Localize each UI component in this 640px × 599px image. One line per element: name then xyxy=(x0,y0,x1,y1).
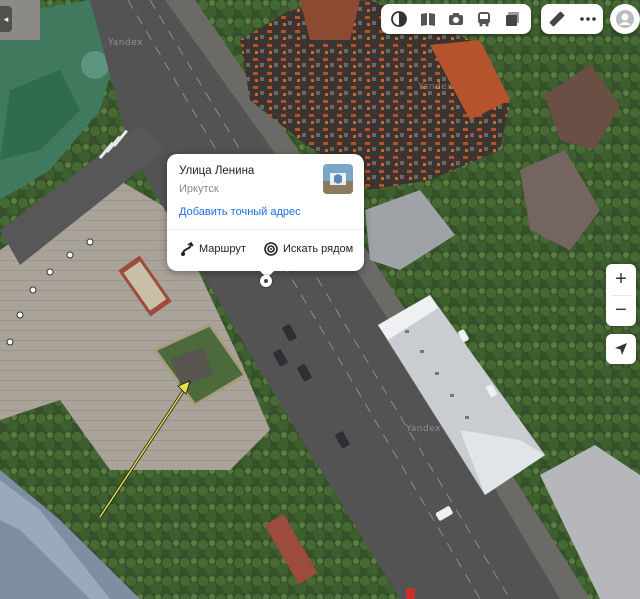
place-city: Иркутск xyxy=(179,183,219,195)
camera-icon xyxy=(448,13,463,25)
profile-icon xyxy=(616,10,634,28)
locate-arrow-icon xyxy=(615,343,627,355)
map-watermark: Yandex xyxy=(108,38,143,48)
more-dots-icon xyxy=(579,17,596,21)
route-button[interactable]: Маршрут xyxy=(180,242,246,256)
photos-button[interactable] xyxy=(443,6,469,32)
location-pin[interactable] xyxy=(260,275,272,287)
map-toolbar-extra xyxy=(541,4,603,34)
place-card: Улица Ленина Иркутск Добавить точный адр… xyxy=(167,154,364,278)
card-divider xyxy=(167,229,364,230)
map-layers-button[interactable] xyxy=(500,6,526,32)
map-toolbar xyxy=(381,4,531,34)
ruler-icon xyxy=(549,11,564,27)
zoom-out-button[interactable]: − xyxy=(606,296,636,327)
panorama-thumbnail-icon xyxy=(323,164,353,194)
map-imagery xyxy=(0,0,640,599)
zoom-in-button[interactable]: + xyxy=(606,264,636,295)
more-button[interactable] xyxy=(575,6,601,32)
panorama-book-icon xyxy=(420,13,435,26)
search-nearby-icon xyxy=(264,242,278,256)
sidebar-toggle-button[interactable]: ◂ xyxy=(0,6,12,32)
route-label: Маршрут xyxy=(199,243,246,255)
map-layers-icon xyxy=(505,12,519,26)
satellite-map[interactable]: Yandex Yandex Yandex xyxy=(0,0,640,599)
place-thumbnail[interactable] xyxy=(323,164,353,194)
place-title: Улица Ленина xyxy=(179,165,255,177)
map-watermark: Yandex xyxy=(418,82,453,92)
profile-button[interactable] xyxy=(610,4,640,34)
search-nearby-label: Искать рядом xyxy=(283,243,354,255)
zoom-control: + − xyxy=(606,264,636,326)
locate-button[interactable] xyxy=(606,334,636,364)
route-icon xyxy=(181,242,194,256)
map-watermark: Yandex xyxy=(406,424,441,434)
ruler-button[interactable] xyxy=(544,6,570,32)
layers-circle-icon xyxy=(391,11,408,27)
bus-icon xyxy=(478,12,491,27)
transport-button[interactable] xyxy=(471,6,497,32)
search-nearby-button[interactable]: Искать рядом xyxy=(264,242,353,256)
layers-circle-button[interactable] xyxy=(386,6,412,32)
add-address-link[interactable]: Добавить точный адрес xyxy=(179,206,301,218)
panorama-button[interactable] xyxy=(415,6,441,32)
chevron-left-icon: ◂ xyxy=(3,13,9,24)
